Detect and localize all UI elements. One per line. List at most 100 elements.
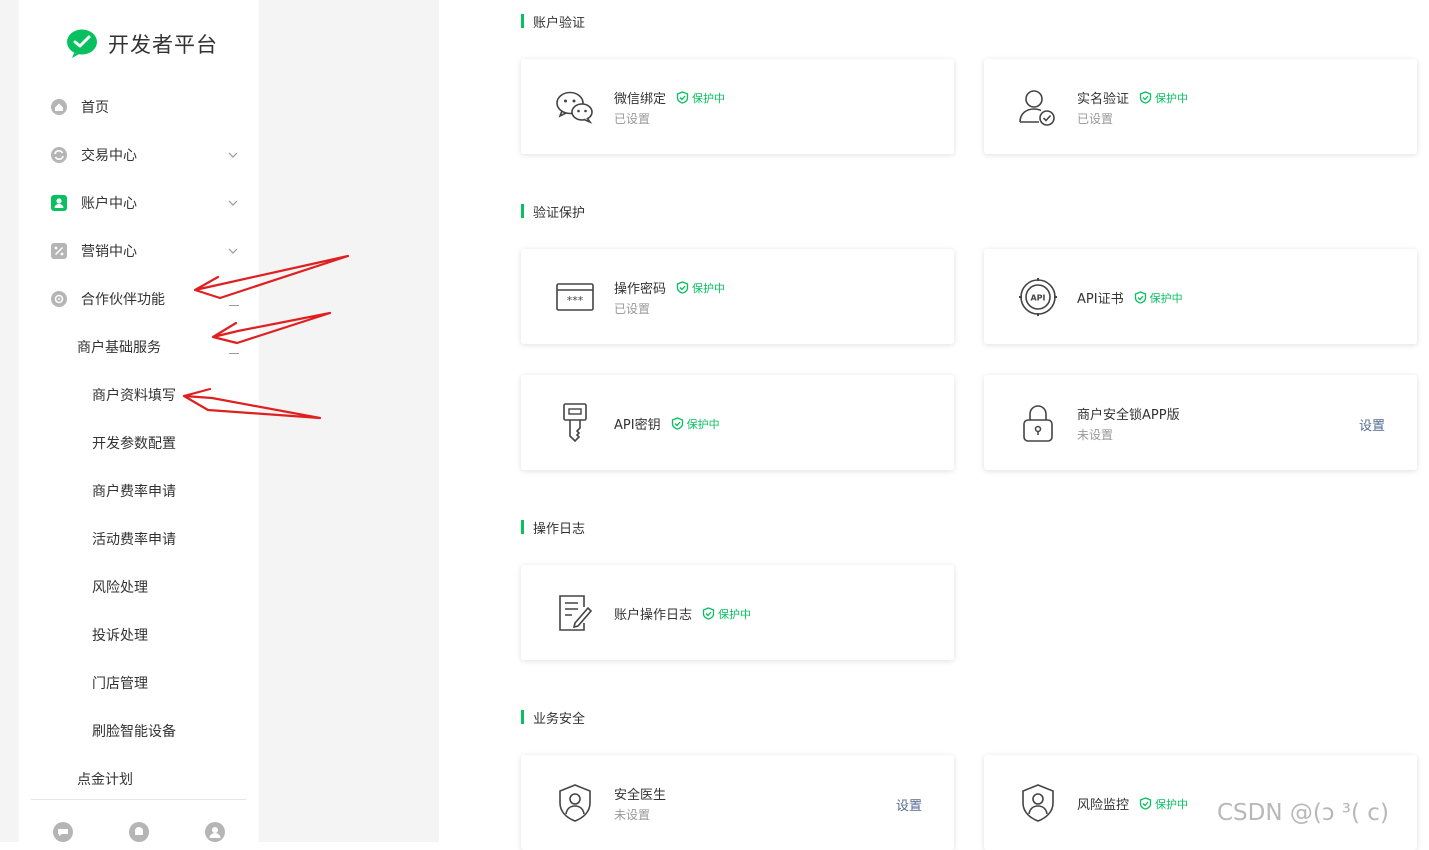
nav-label: 首页 (81, 100, 109, 116)
wechat-pay-logo-icon (67, 29, 97, 58)
nav-item-store[interactable]: 门店管理 (19, 663, 259, 703)
api-key-icon (563, 403, 587, 443)
nav-item-account[interactable]: 账户中心 (19, 183, 259, 223)
nav-item-marketing[interactable]: 营销中心 (19, 231, 259, 271)
nav-label: 账户中心 (81, 196, 137, 212)
card-account-op-log[interactable]: 账户操作日志 保护中 (521, 565, 954, 660)
nav-item-merchant-rate[interactable]: 商户费率申请 (19, 471, 259, 511)
nav-label: 刷脸智能设备 (92, 724, 176, 740)
brand-name: 开发者平台 (108, 33, 218, 57)
message-icon[interactable] (53, 822, 73, 842)
nav-item-merchant-info[interactable]: 商户资料填写 (19, 375, 259, 415)
shield-check-icon (1139, 797, 1152, 810)
sidebar: 开发者平台 首页 交易中心 账户中心 营销中心 合作伙伴功能 商户基础服务 商户… (19, 0, 259, 842)
card-subtitle: 未设置 (1077, 428, 1114, 442)
card-subtitle: 未设置 (614, 808, 651, 822)
card-title: API证书 保护中 (1077, 290, 1183, 307)
svg-text:API: API (1030, 294, 1045, 303)
card-title: 风险监控 保护中 (1077, 796, 1189, 813)
status-badge: 保护中 (1139, 90, 1188, 106)
partner-icon (51, 291, 67, 307)
card-title: 安全医生 (614, 788, 667, 803)
shield-user-icon (1022, 784, 1054, 822)
shield-check-icon (676, 91, 689, 104)
marketing-icon (51, 243, 67, 259)
shield-check-icon (676, 281, 689, 294)
setup-link[interactable]: 设置 (1359, 415, 1385, 434)
nav-label: 门店管理 (92, 676, 148, 692)
nav-item-gold-plan[interactable]: 点金计划 (19, 759, 259, 799)
shield-check-icon (1139, 91, 1152, 104)
bell-icon[interactable] (129, 822, 149, 842)
status-badge: 保护中 (1134, 290, 1183, 306)
setup-link[interactable]: 设置 (896, 795, 922, 814)
nav-label: 交易中心 (81, 148, 137, 164)
content-gutter (259, 0, 439, 842)
nav-item-partner[interactable]: 合作伙伴功能 (19, 279, 259, 319)
card-title: 微信绑定 保护中 (614, 91, 726, 107)
collapse-icon (229, 353, 239, 354)
section-title-op-log: 操作日志 (521, 519, 585, 537)
chevron-down-icon (228, 248, 238, 254)
card-subtitle: 已设置 (1077, 112, 1114, 126)
card-title: 账户操作日志 保护中 (614, 606, 752, 623)
svg-text:***: *** (567, 294, 584, 307)
nav-label: 商户资料填写 (92, 388, 176, 404)
user-icon[interactable] (205, 822, 225, 842)
left-gutter (0, 0, 19, 842)
nav-item-face-device[interactable]: 刷脸智能设备 (19, 711, 259, 751)
wechat-chat-icon (556, 91, 593, 124)
nav-label: 开发参数配置 (92, 436, 176, 452)
nav-item-complaint[interactable]: 投诉处理 (19, 615, 259, 655)
nav-item-activity-rate[interactable]: 活动费率申请 (19, 519, 259, 559)
status-badge: 保护中 (1139, 796, 1188, 812)
nav-label: 商户基础服务 (77, 340, 161, 356)
card-security-doctor[interactable]: 安全医生 未设置 设置 (521, 755, 954, 850)
lock-icon (1023, 405, 1053, 442)
verified-user-icon (1019, 90, 1055, 126)
status-badge: 保护中 (702, 606, 751, 622)
api-certificate-icon: API (1019, 278, 1057, 316)
chevron-down-icon (228, 152, 238, 158)
sidebar-divider (31, 799, 246, 800)
main-content: 账户验证 验证保护 操作日志 业务安全 微信绑定 保护中 已设置 实名验证 保护… (439, 0, 1429, 850)
card-subtitle: 已设置 (614, 112, 651, 126)
shield-user-icon (559, 784, 591, 822)
log-icon (559, 595, 593, 631)
shield-check-icon (1134, 291, 1146, 304)
card-subtitle: 已设置 (614, 302, 651, 316)
nav-item-risk[interactable]: 风险处理 (19, 567, 259, 607)
card-title: 操作密码 保护中 (614, 281, 726, 297)
nav-label: 商户费率申请 (92, 484, 176, 500)
status-badge: 保护中 (671, 416, 720, 432)
card-realname-verify[interactable]: 实名验证 保护中 已设置 (984, 59, 1417, 154)
nav-label: 投诉处理 (92, 628, 148, 644)
exchange-icon (51, 147, 67, 163)
home-icon (51, 99, 67, 115)
password-icon: *** (556, 283, 594, 311)
section-title-account-verify: 账户验证 (521, 13, 585, 31)
nav-label: 点金计划 (77, 772, 133, 788)
card-api-key[interactable]: API密钥 保护中 (521, 375, 954, 470)
card-security-lock-app[interactable]: 商户安全锁APP版 未设置 设置 (984, 375, 1417, 470)
brand-logo[interactable]: 开发者平台 (66, 28, 218, 60)
card-wechat-bind[interactable]: 微信绑定 保护中 已设置 (521, 59, 954, 154)
nav-item-dev-params[interactable]: 开发参数配置 (19, 423, 259, 463)
nav-item-merchant-basic[interactable]: 商户基础服务 (19, 327, 259, 367)
nav-item-trade[interactable]: 交易中心 (19, 135, 259, 175)
nav-label: 风险处理 (92, 580, 148, 596)
nav-label: 营销中心 (81, 244, 137, 260)
chevron-down-icon (228, 200, 238, 206)
nav-item-home[interactable]: 首页 (19, 87, 259, 127)
account-icon (51, 195, 67, 211)
card-op-password[interactable]: *** 操作密码 保护中 已设置 (521, 249, 954, 344)
shield-check-icon (671, 417, 683, 430)
card-title: API密钥 保护中 (614, 416, 720, 433)
collapse-icon (229, 305, 239, 306)
nav-label: 合作伙伴功能 (81, 292, 165, 308)
card-api-cert[interactable]: API API证书 保护中 (984, 249, 1417, 344)
watermark: CSDN @(ↄ ³( c) (1217, 800, 1389, 826)
shield-check-icon (702, 607, 715, 620)
card-title: 实名验证 保护中 (1077, 90, 1189, 107)
section-title-verify-protect: 验证保护 (521, 203, 585, 221)
